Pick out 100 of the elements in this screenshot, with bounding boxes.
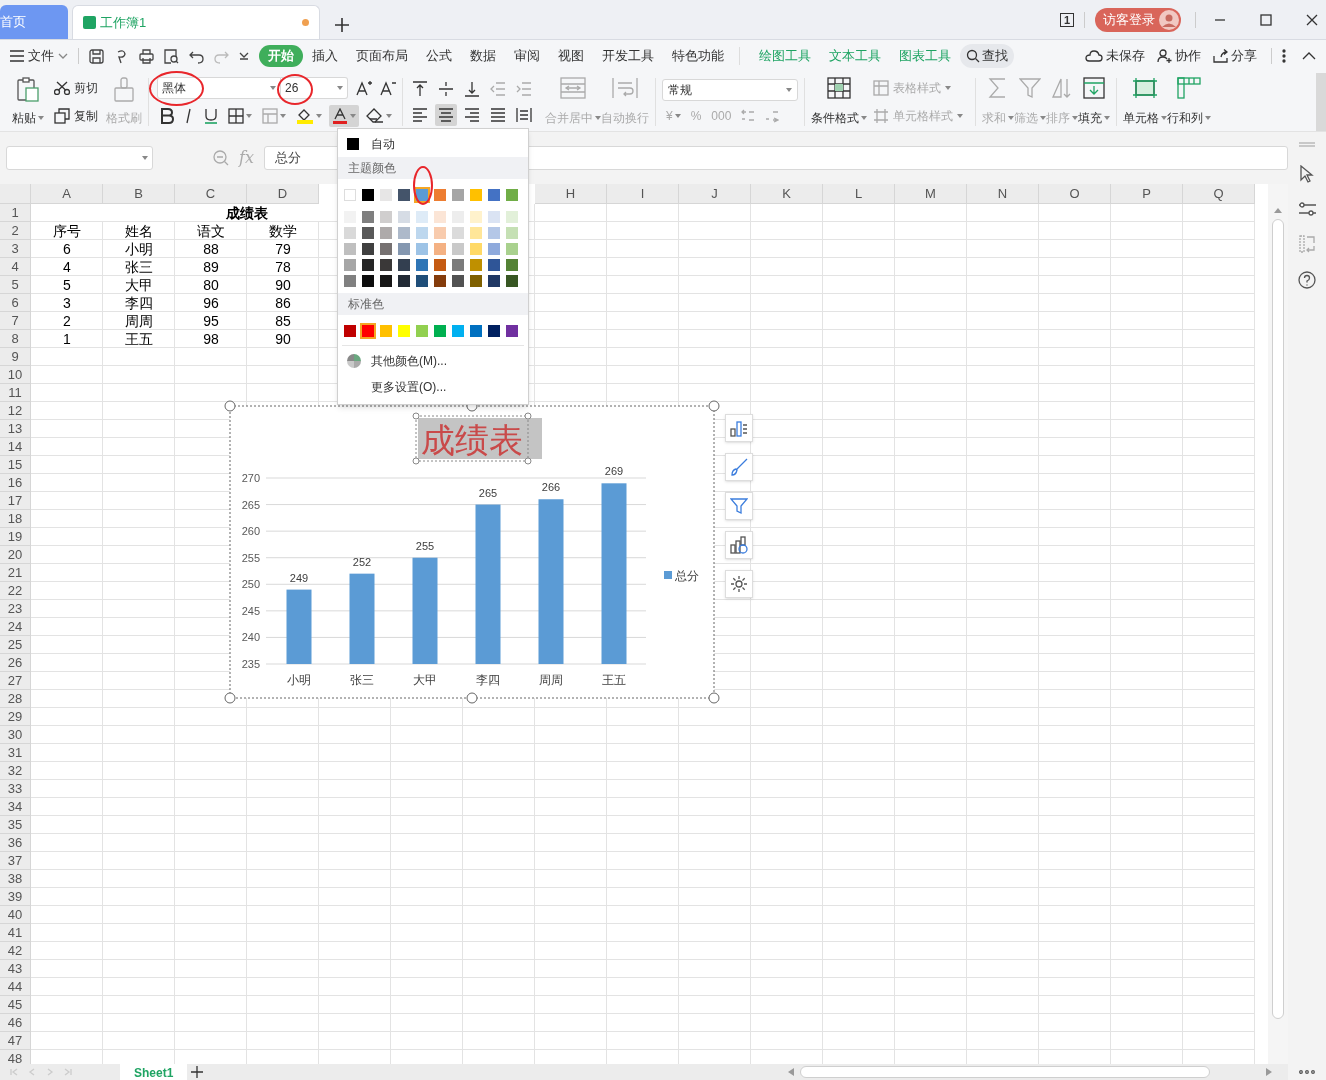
row-header[interactable]: 6: [0, 294, 31, 312]
row-header[interactable]: 46: [0, 1014, 31, 1032]
row-header[interactable]: 5: [0, 276, 31, 294]
row-header[interactable]: 10: [0, 366, 31, 384]
row-header[interactable]: 44: [0, 978, 31, 996]
row-header[interactable]: 30: [0, 726, 31, 744]
row-header[interactable]: 27: [0, 672, 31, 690]
row-header[interactable]: 33: [0, 780, 31, 798]
number-format-field[interactable]: 常规: [662, 78, 798, 101]
ribbon-tab[interactable]: 特色功能: [663, 45, 733, 67]
column-header[interactable]: J: [679, 184, 751, 204]
row-header[interactable]: 1: [0, 204, 31, 222]
row-header[interactable]: 17: [0, 492, 31, 510]
row-header[interactable]: 34: [0, 798, 31, 816]
column-header[interactable]: H: [535, 184, 607, 204]
search-button[interactable]: 查找: [960, 44, 1014, 68]
row-header[interactable]: 8: [0, 330, 31, 348]
collaborate-button[interactable]: 协作: [1157, 46, 1201, 66]
login-button[interactable]: 访客登录: [1095, 8, 1181, 32]
row-header[interactable]: 42: [0, 942, 31, 960]
document-tab[interactable]: 工作簿1: [72, 5, 320, 39]
font-size-field[interactable]: 26: [281, 76, 348, 99]
cell-text: 2: [63, 313, 71, 329]
column-header[interactable]: I: [607, 184, 679, 204]
ribbon-tab[interactable]: 页面布局: [347, 45, 417, 67]
row-header[interactable]: 39: [0, 888, 31, 906]
ribbon-tab[interactable]: 审阅: [505, 45, 549, 67]
row-header[interactable]: 2: [0, 222, 31, 240]
column-header[interactable]: A: [31, 184, 103, 204]
column-header[interactable]: Q: [1183, 184, 1255, 204]
share-button[interactable]: 分享: [1213, 46, 1257, 66]
row-header[interactable]: 35: [0, 816, 31, 834]
row-header[interactable]: 38: [0, 870, 31, 888]
fill-button[interactable]: 填充: [1078, 76, 1110, 127]
row-header[interactable]: 9: [0, 348, 31, 366]
row-header[interactable]: 25: [0, 636, 31, 654]
more-colors-item[interactable]: 其他颜色(M)...: [338, 348, 528, 374]
row-header[interactable]: 19: [0, 528, 31, 546]
row-header[interactable]: 37: [0, 852, 31, 870]
row-header[interactable]: 20: [0, 546, 31, 564]
section-header: 标准色: [348, 296, 384, 313]
window-count-badge[interactable]: 1: [1059, 13, 1074, 27]
column-header[interactable]: L: [823, 184, 895, 204]
cell-text: 80: [203, 277, 219, 293]
cell-text: 4: [63, 259, 71, 275]
cell-text: 96: [203, 295, 219, 311]
ribbon-tab[interactable]: 公式: [417, 45, 461, 67]
file-menu[interactable]: 文件: [10, 46, 68, 66]
ribbon-tab[interactable]: 视图: [549, 45, 593, 67]
axis-label: 240: [241, 631, 260, 644]
row-header[interactable]: 7: [0, 312, 31, 330]
row-header[interactable]: 26: [0, 654, 31, 672]
row-header[interactable]: 32: [0, 762, 31, 780]
column-header[interactable]: K: [751, 184, 823, 204]
conditional-format-button[interactable]: 条件格式: [811, 76, 867, 127]
column-header[interactable]: C: [175, 184, 247, 204]
row-header[interactable]: 29: [0, 708, 31, 726]
row-header[interactable]: 13: [0, 420, 31, 438]
row-header[interactable]: 21: [0, 564, 31, 582]
column-header[interactable]: M: [895, 184, 967, 204]
row-header[interactable]: 41: [0, 924, 31, 942]
axis-label: 250: [241, 578, 260, 591]
row-header[interactable]: 18: [0, 510, 31, 528]
row-header[interactable]: 36: [0, 834, 31, 852]
column-header[interactable]: B: [103, 184, 175, 204]
cloud-save-status[interactable]: 未保存: [1085, 46, 1145, 66]
paste-button[interactable]: 粘贴: [8, 76, 48, 127]
row-header[interactable]: 40: [0, 906, 31, 924]
ribbon-tab[interactable]: 数据: [461, 45, 505, 67]
row-header[interactable]: 43: [0, 960, 31, 978]
font-name-field[interactable]: 黑体: [157, 76, 281, 99]
row-header[interactable]: 14: [0, 438, 31, 456]
row-header[interactable]: 23: [0, 600, 31, 618]
column-header[interactable]: D: [247, 184, 319, 204]
column-header[interactable]: O: [1039, 184, 1111, 204]
rows-columns-button[interactable]: 行和列: [1167, 76, 1211, 127]
row-header[interactable]: 22: [0, 582, 31, 600]
row-header[interactable]: 31: [0, 744, 31, 762]
cell-button[interactable]: 单元格: [1123, 76, 1167, 127]
more-settings-item[interactable]: 更多设置(O)...: [338, 374, 528, 400]
row-header[interactable]: 24: [0, 618, 31, 636]
row-header[interactable]: 11: [0, 384, 31, 402]
data-label: 265: [478, 486, 498, 499]
ribbon-tab[interactable]: 开发工具: [593, 45, 663, 67]
ribbon-tab[interactable]: 插入: [303, 45, 347, 67]
row-header[interactable]: 12: [0, 402, 31, 420]
row-header[interactable]: 48: [0, 1050, 31, 1064]
column-header[interactable]: N: [967, 184, 1039, 204]
row-header[interactable]: 3: [0, 240, 31, 258]
copy-button[interactable]: 复制: [54, 104, 106, 127]
axis-label: 265: [241, 498, 260, 511]
row-header[interactable]: 15: [0, 456, 31, 474]
column-header[interactable]: P: [1111, 184, 1183, 204]
row-header[interactable]: 28: [0, 690, 31, 708]
cut-button[interactable]: 剪切: [54, 76, 106, 99]
row-header[interactable]: 4: [0, 258, 31, 276]
row-header[interactable]: 16: [0, 474, 31, 492]
row-header[interactable]: 47: [0, 1032, 31, 1050]
row-header[interactable]: 45: [0, 996, 31, 1014]
cell-text: 90: [275, 331, 291, 347]
